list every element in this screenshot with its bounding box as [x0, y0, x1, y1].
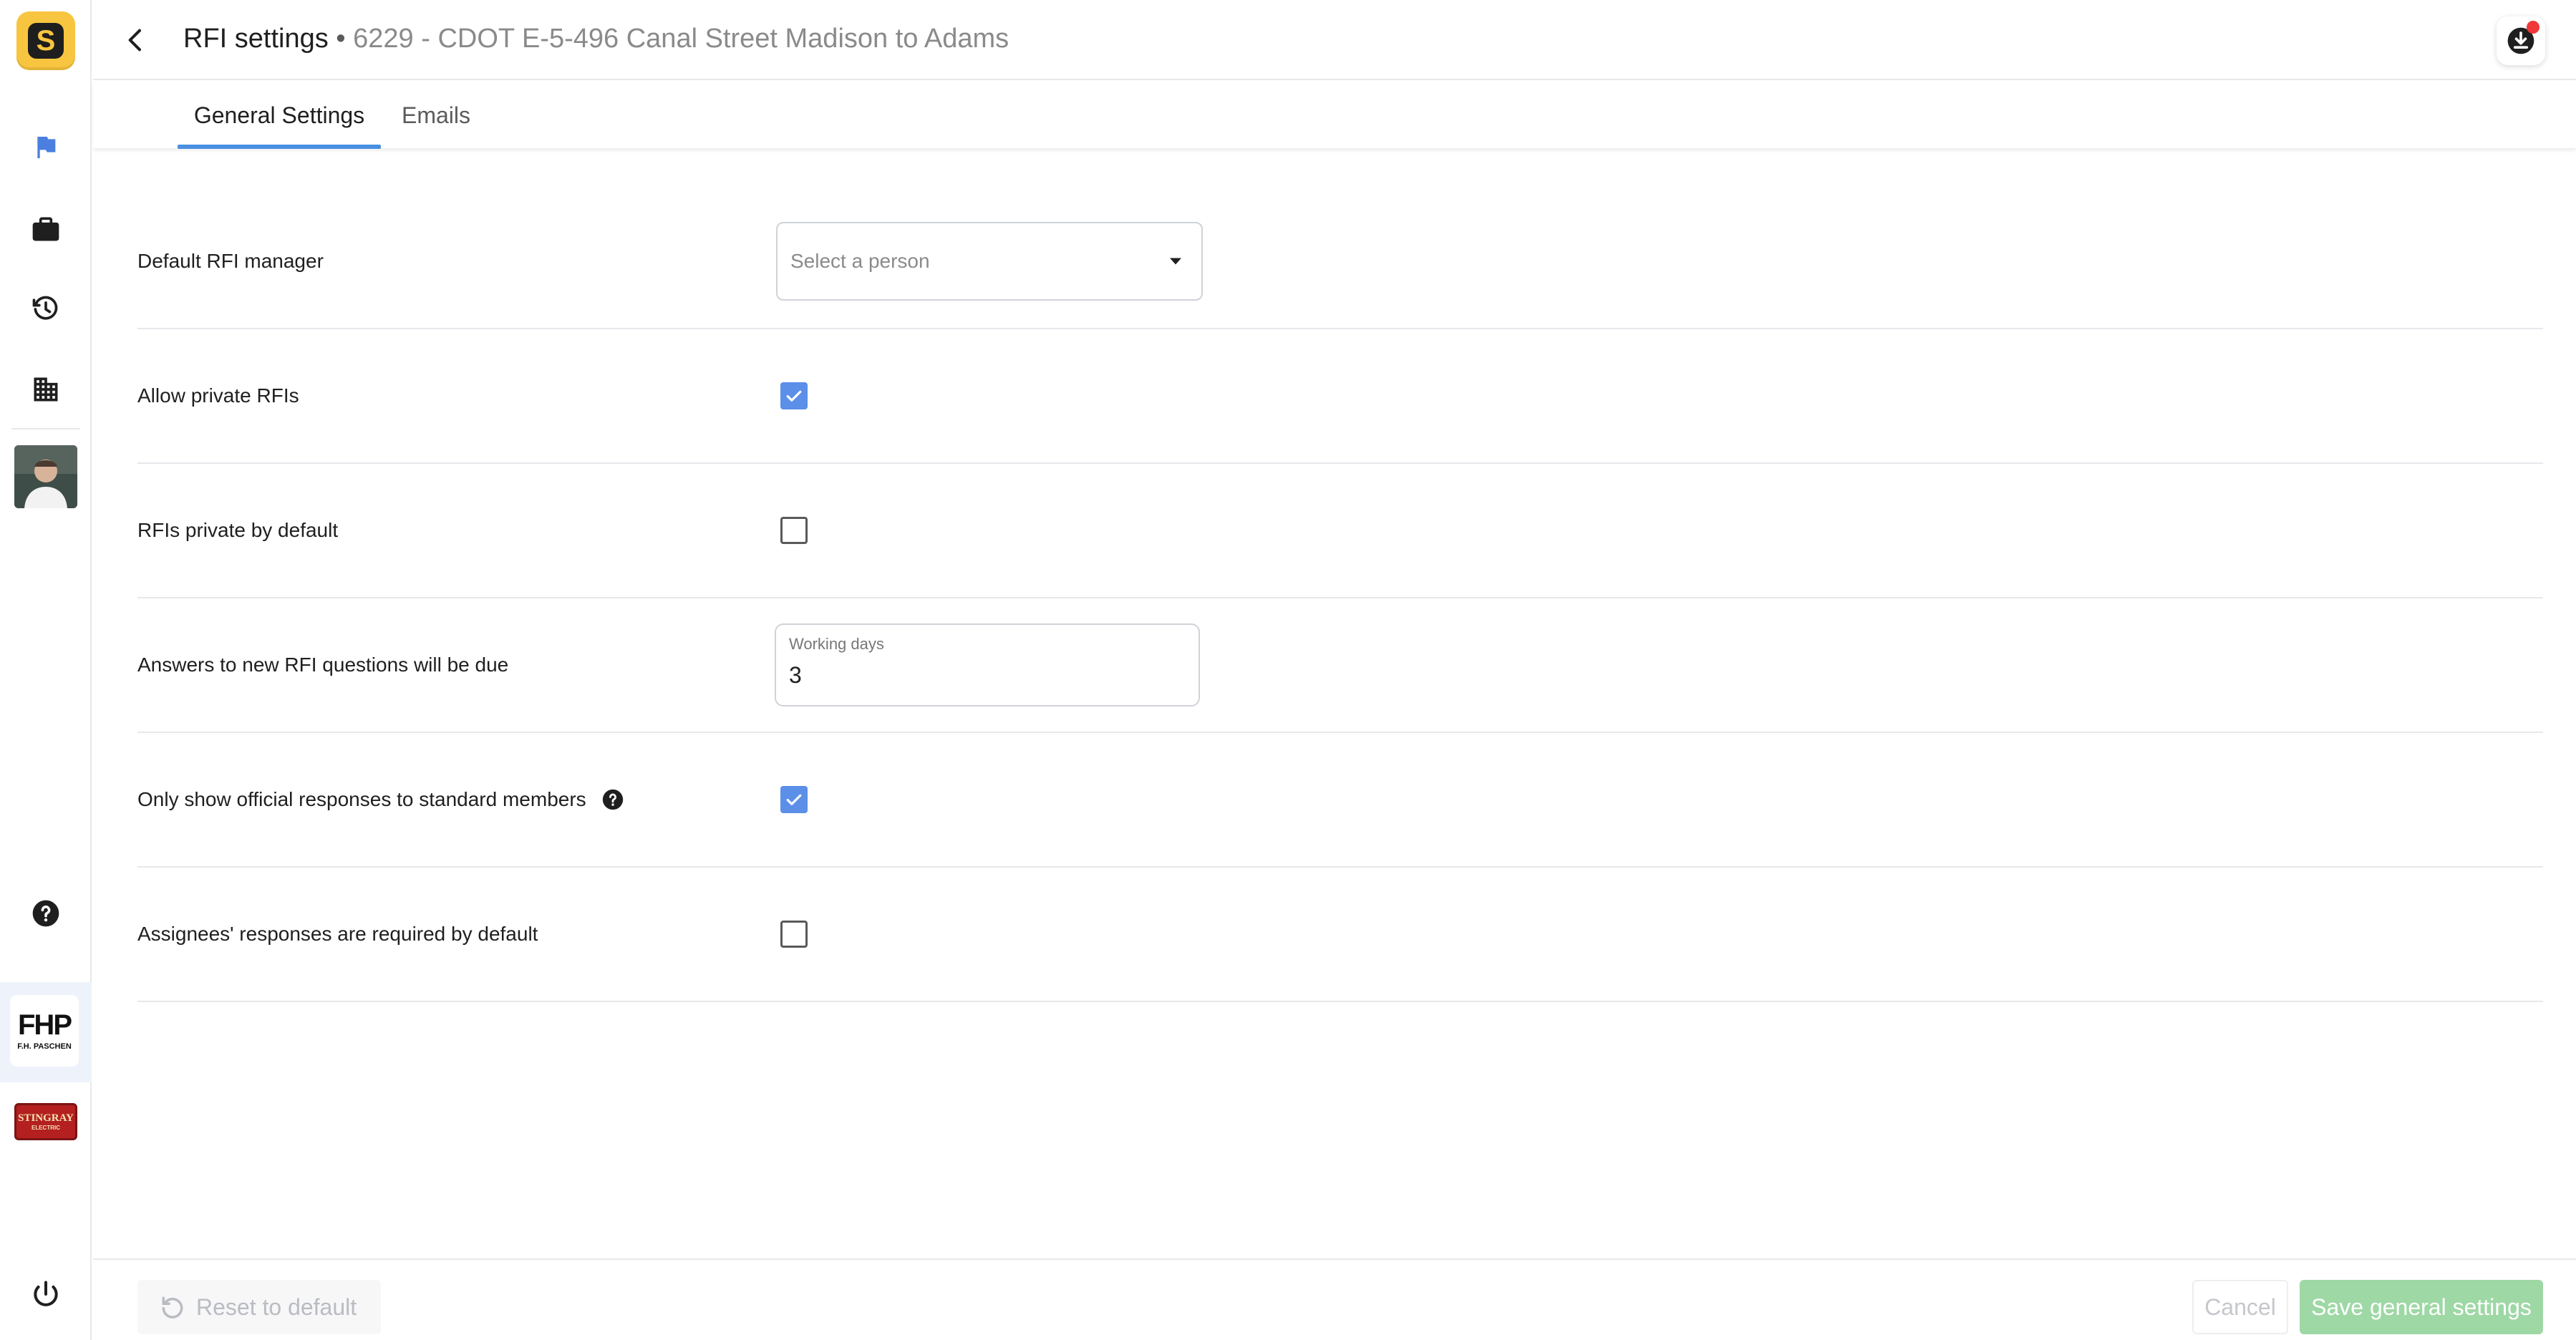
- cancel-button[interactable]: Cancel: [2192, 1280, 2288, 1334]
- org-fhpaschen[interactable]: FHP F.H. PASCHEN: [10, 995, 79, 1067]
- avatar[interactable]: [14, 445, 77, 508]
- download-button[interactable]: [2497, 16, 2545, 65]
- setting-row-private-default: RFIs private by default: [137, 464, 2543, 598]
- assignee-required-checkbox[interactable]: [780, 921, 808, 948]
- flag-icon[interactable]: [27, 129, 64, 166]
- page-title-main: RFI settings: [183, 24, 329, 54]
- org-stingray-subtitle: ELECTRIC: [32, 1124, 60, 1131]
- setting-row-allow-private: Allow private RFIs: [137, 329, 2543, 464]
- private-default-checkbox[interactable]: [780, 517, 808, 544]
- question-mark-icon[interactable]: [601, 787, 625, 812]
- default-manager-select[interactable]: Select a person: [776, 222, 1203, 301]
- org-stingray[interactable]: STINGRAY ELECTRIC: [14, 1103, 77, 1140]
- tab-general-settings[interactable]: General Settings: [178, 82, 381, 149]
- official-responses-label-wrap: Only show official responses to standard…: [137, 787, 625, 812]
- page-title: RFI settings • 6229 - CDOT E-5-496 Canal…: [183, 21, 1009, 56]
- project-name: 6229 - CDOT E-5-496 Canal Street Madison…: [353, 24, 1009, 54]
- working-days-field-label: Working days: [789, 635, 884, 653]
- official-responses-label: Only show official responses to standard…: [137, 788, 586, 810]
- notification-dot: [2527, 21, 2539, 34]
- working-days-field[interactable]: Working days 3: [775, 623, 1200, 707]
- briefcase-icon[interactable]: [27, 210, 64, 248]
- save-general-settings-button[interactable]: Save general settings: [2300, 1280, 2543, 1334]
- page-header: RFI settings • 6229 - CDOT E-5-496 Canal…: [93, 0, 2576, 80]
- app-logo-letter: S: [28, 23, 64, 59]
- allow-private-label: Allow private RFIs: [137, 384, 299, 407]
- org-stingray-logo: STINGRAY: [18, 1112, 74, 1124]
- check-icon: [786, 794, 802, 805]
- back-button[interactable]: [116, 20, 156, 60]
- assignee-required-label: Assignees' responses are required by def…: [137, 923, 538, 945]
- org-fhpaschen-logo: FHP: [18, 1009, 72, 1041]
- check-icon: [786, 390, 802, 402]
- reset-to-default-button[interactable]: Reset to default: [137, 1280, 381, 1334]
- setting-row-default-manager: Default RFI manager Select a person: [137, 195, 2543, 329]
- settings-tabs: General Settings Emails: [93, 82, 2576, 149]
- due-days-label: Answers to new RFI questions will be due: [137, 654, 509, 676]
- power-icon[interactable]: [27, 1276, 64, 1313]
- buildings-icon[interactable]: [27, 371, 64, 408]
- setting-row-due-days: Answers to new RFI questions will be due…: [137, 598, 2543, 733]
- default-manager-label: Default RFI manager: [137, 250, 324, 272]
- reset-button-label: Reset to default: [196, 1293, 357, 1320]
- reset-icon: [162, 1296, 183, 1319]
- sidebar: S FHP F.H. PASCHEN STINGRAY ELECTRIC: [0, 0, 92, 1340]
- chevron-left-icon: [128, 29, 141, 52]
- default-manager-placeholder: Select a person: [790, 250, 930, 272]
- working-days-value[interactable]: 3: [789, 662, 802, 689]
- setting-row-assignee-required: Assignees' responses are required by def…: [137, 868, 2543, 1002]
- setting-row-official-responses: Only show official responses to standard…: [137, 733, 2543, 868]
- allow-private-checkbox[interactable]: [780, 382, 808, 409]
- form-footer: Reset to default Cancel Save general set…: [93, 1258, 2576, 1340]
- caret-down-icon: [1170, 258, 1181, 265]
- app-logo[interactable]: S: [16, 11, 75, 70]
- official-responses-checkbox[interactable]: [780, 786, 808, 813]
- help-icon[interactable]: [27, 895, 64, 932]
- title-separator: •: [328, 24, 354, 54]
- private-default-label: RFIs private by default: [137, 519, 339, 541]
- tab-emails[interactable]: Emails: [398, 82, 474, 149]
- history-icon[interactable]: [27, 291, 64, 328]
- org-fhpaschen-subtitle: F.H. PASCHEN: [17, 1042, 72, 1051]
- sidebar-divider: [11, 428, 80, 429]
